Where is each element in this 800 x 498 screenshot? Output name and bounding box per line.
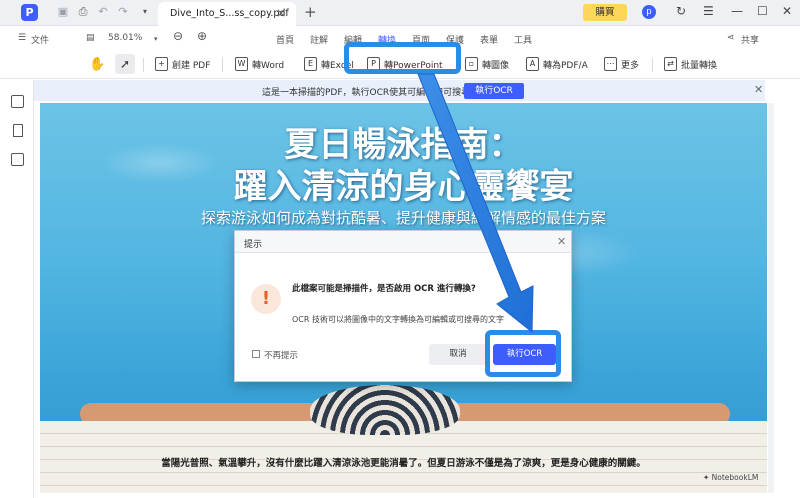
doc-subtitle: 探索游泳如何成為對抗酷暑、提升健康與紓解情感的最佳方案 <box>200 209 606 227</box>
refresh-icon[interactable]: ↻ <box>676 4 686 18</box>
toolbar-separator <box>652 58 653 72</box>
menu-home[interactable]: 首頁 <box>276 33 294 46</box>
batch-convert-icon: ⇄ <box>664 57 677 71</box>
to-image-button[interactable]: ▫ 轉圖像 <box>465 55 509 73</box>
undo-icon[interactable]: ↶ <box>96 5 110 19</box>
bookmark-icon[interactable] <box>13 124 23 137</box>
more-label: 更多 <box>621 60 640 71</box>
dont-show-again-label[interactable]: 不再提示 <box>264 349 298 361</box>
page-view-icon[interactable]: ▤ <box>86 33 95 43</box>
new-tab-icon[interactable]: + <box>304 3 317 21</box>
zoom-in-icon[interactable]: ⊕ <box>197 29 207 43</box>
watermark-text: NotebookLM <box>711 473 759 482</box>
menu-comment[interactable]: 註解 <box>310 33 328 46</box>
redo-icon[interactable]: ↷ <box>116 5 130 19</box>
menu-tools[interactable]: 工具 <box>514 33 532 46</box>
watermark-icon: ✦ <box>703 473 712 482</box>
share-button[interactable]: 共享 <box>741 33 759 46</box>
vertical-scrollbar[interactable] <box>768 103 774 493</box>
word-icon: W <box>235 57 248 71</box>
cancel-button[interactable]: 取消 <box>429 344 487 365</box>
banner-close-icon[interactable]: ✕ <box>754 83 763 96</box>
dialog-title: 提示 <box>244 240 263 250</box>
zoom-value[interactable]: 58.01% <box>108 33 142 43</box>
zoom-out-icon[interactable]: ⊖ <box>173 29 183 43</box>
save-icon[interactable]: ▣ <box>56 5 70 19</box>
app-logo: P <box>21 4 38 21</box>
title-bar: P ▣ ⎙ ↶ ↷ ▾ Dive_Into_S...ss_copy.pdf × … <box>0 0 800 26</box>
highlight-box-powerpoint <box>344 42 461 74</box>
batch-convert-label: 批量轉換 <box>681 60 718 71</box>
minimize-icon[interactable]: — <box>731 4 743 18</box>
more-button[interactable]: ⋯ 更多 <box>604 55 639 73</box>
quick-access-dropdown-icon[interactable]: ▾ <box>138 5 152 19</box>
dialog-header: 提示 ✕ <box>235 231 571 253</box>
batch-convert-button[interactable]: ⇄ 批量轉換 <box>664 55 717 73</box>
warning-icon: ! <box>251 284 281 314</box>
pdfa-icon: A <box>526 57 539 71</box>
toolbar-separator <box>143 58 144 72</box>
dialog-main-message: 此檔案可能是掃描件，是否啟用 OCR 進行轉換? <box>292 284 476 294</box>
doc-title-line2: 躍入清涼的身心靈饗宴 <box>233 167 574 207</box>
doc-caption: 當陽光普照、氣溫攀升，沒有什麼比躍入清涼泳池更能消暑了。但夏日游泳不僅是為了涼爽… <box>161 458 646 469</box>
left-sidebar <box>0 80 34 498</box>
dialog-description: OCR 技術可以將圖像中的文字轉換為可編輯或可搜尋的文字 <box>292 315 504 324</box>
to-word-label: 轉Word <box>252 60 285 71</box>
create-pdf-label: 創建 PDF <box>172 60 211 71</box>
hamburger-icon[interactable]: ☰ <box>18 33 26 43</box>
print-icon[interactable]: ⎙ <box>76 5 90 19</box>
share-icon[interactable]: ⋖ <box>727 33 735 43</box>
maximize-icon[interactable]: ☐ <box>757 4 768 18</box>
menu-form[interactable]: 表單 <box>480 33 498 46</box>
to-pdfa-button[interactable]: A 轉為PDF/A <box>526 55 588 73</box>
highlight-box-run-ocr <box>485 330 561 377</box>
buy-button[interactable]: 購買 <box>583 4 627 21</box>
dialog-close-icon[interactable]: ✕ <box>557 235 566 248</box>
dont-show-again-checkbox[interactable] <box>252 350 260 358</box>
banner-ocr-button[interactable]: 執行OCR <box>464 83 524 99</box>
ocr-banner: 這是一本掃描的PDF，執行OCR使其可編輯和可搜尋。 執行OCR ✕ <box>34 80 765 101</box>
tab-close-icon[interactable]: × <box>276 6 286 20</box>
hand-tool-icon[interactable]: ✋ <box>89 55 105 73</box>
menu-icon[interactable]: ☰ <box>703 4 714 18</box>
select-tool-icon[interactable]: ➚ <box>115 54 135 74</box>
excel-icon: E <box>304 57 317 71</box>
document-tab[interactable]: Dive_Into_S...ss_copy.pdf × <box>158 2 296 26</box>
notebooklm-watermark: ✦ NotebookLM <box>703 473 758 482</box>
image-icon: ▫ <box>465 57 478 71</box>
zoom-dropdown-icon[interactable]: ▾ <box>154 35 158 43</box>
avatar[interactable]: p <box>642 5 656 19</box>
banner-text: 這是一本掃描的PDF，執行OCR使其可編輯和可搜尋。 <box>262 88 480 98</box>
menu-file[interactable]: 文件 <box>31 33 49 46</box>
create-pdf-icon: + <box>155 57 168 71</box>
toolbar-separator <box>222 58 223 72</box>
more-icon: ⋯ <box>604 57 617 71</box>
comment-panel-icon[interactable] <box>11 153 24 166</box>
to-pdfa-label: 轉為PDF/A <box>543 60 588 71</box>
tab-title: Dive_Into_S...ss_copy.pdf <box>170 8 289 19</box>
thumbnail-icon[interactable] <box>11 95 24 108</box>
to-image-label: 轉圖像 <box>482 60 510 71</box>
create-pdf-button[interactable]: + 創建 PDF <box>155 55 210 73</box>
sun-hat-image <box>310 385 460 435</box>
close-window-icon[interactable]: ✕ <box>782 4 792 18</box>
to-word-button[interactable]: W 轉Word <box>235 55 284 73</box>
